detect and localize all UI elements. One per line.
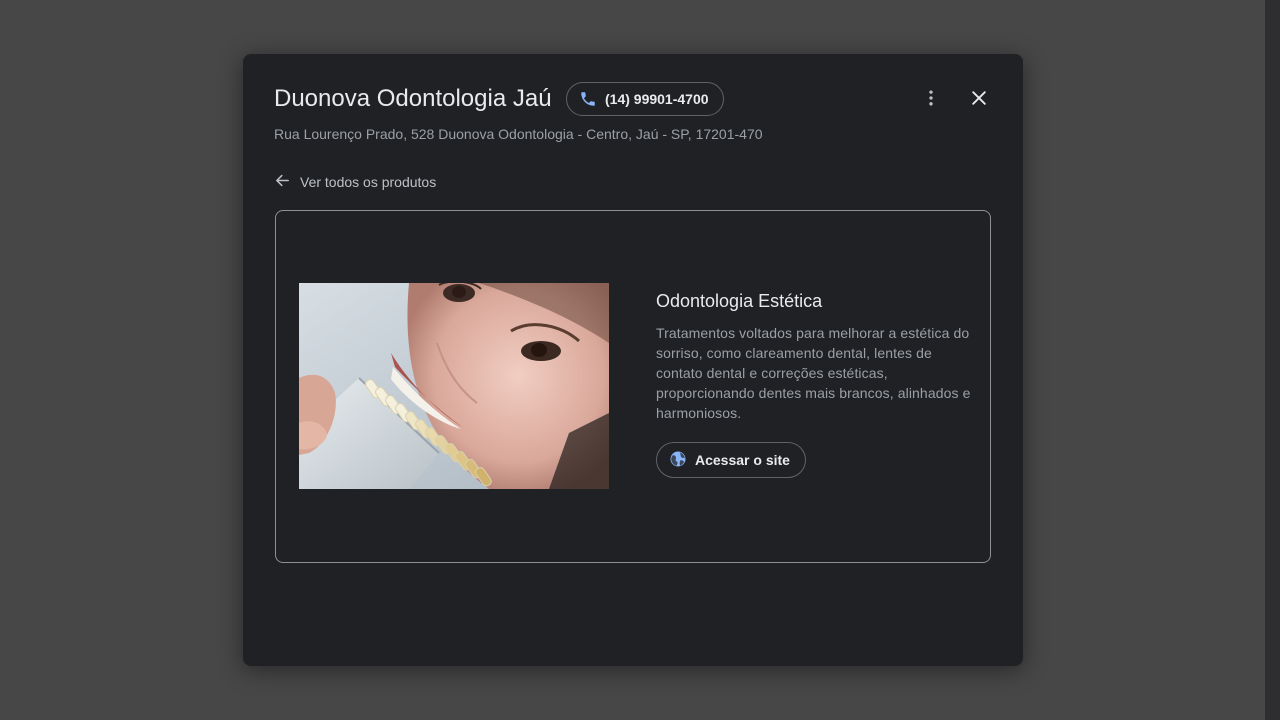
product-dialog: Duonova Odontologia Jaú (14) 99901-4700 … xyxy=(243,54,1023,666)
phone-button[interactable]: (14) 99901-4700 xyxy=(566,82,724,116)
close-icon xyxy=(969,88,989,113)
phone-number: (14) 99901-4700 xyxy=(605,91,709,107)
visit-site-label: Acessar o site xyxy=(695,452,790,468)
product-title: Odontologia Estética xyxy=(656,291,823,311)
more-options-button[interactable] xyxy=(917,86,945,114)
visit-site-button[interactable]: Acessar o site xyxy=(656,442,806,478)
back-to-products-link[interactable]: Ver todos os produtos xyxy=(274,172,436,192)
product-card: Odontologia Estética Tratamentos voltado… xyxy=(275,210,991,563)
product-description: Tratamentos voltados para melhorar a est… xyxy=(656,325,971,421)
business-address: Rua Lourenço Prado, 528 Duonova Odontolo… xyxy=(274,126,763,142)
more-vert-icon xyxy=(921,88,941,113)
close-button[interactable] xyxy=(965,86,993,114)
business-title: Duonova Odontologia Jaú xyxy=(274,85,552,112)
product-image xyxy=(299,283,609,489)
page-scrollbar[interactable] xyxy=(1265,0,1280,720)
phone-icon xyxy=(579,90,597,108)
globe-icon xyxy=(669,450,687,471)
arrow-back-icon xyxy=(274,172,291,192)
back-link-label: Ver todos os produtos xyxy=(300,174,437,190)
